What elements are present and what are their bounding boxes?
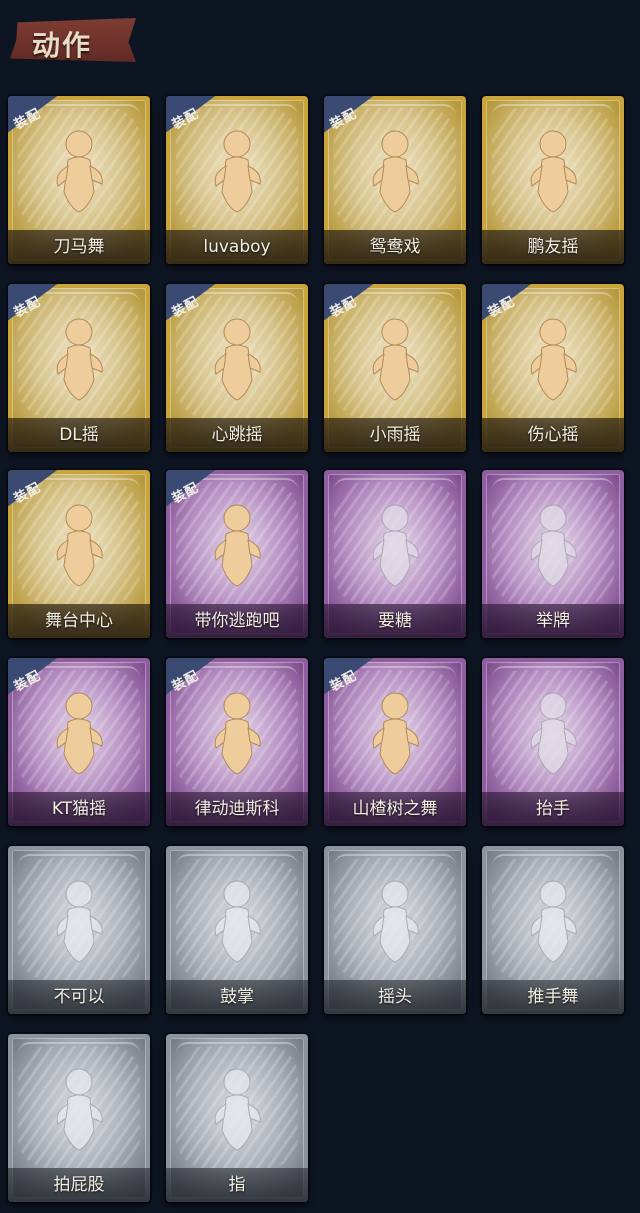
action-card[interactable]: 小雨摇 装配 <box>324 284 466 452</box>
action-name: 举牌 <box>536 611 570 631</box>
action-name: 山楂树之舞 <box>352 799 438 819</box>
sign-figure-icon <box>518 496 588 596</box>
dance-figure-icon <box>518 122 588 222</box>
finger-wag-icon <box>44 872 114 972</box>
ghost-figure-icon <box>44 1060 114 1160</box>
action-card[interactable]: 举牌 <box>482 470 624 638</box>
action-card[interactable]: DL摇 装配 <box>8 284 150 452</box>
action-card[interactable]: 拍屁股 <box>8 1034 150 1202</box>
action-card[interactable]: 推手舞 <box>482 846 624 1014</box>
dance-figure-icon <box>202 684 272 784</box>
action-name: 推手舞 <box>527 987 579 1007</box>
heart-hands-figure-icon <box>518 310 588 410</box>
ghost-figure-icon <box>360 496 430 596</box>
action-card[interactable]: 鸳鸯戏 装配 <box>324 96 466 264</box>
action-name: 鼓掌 <box>220 987 254 1007</box>
dance-figure-icon <box>360 310 430 410</box>
action-card[interactable]: 抬手 <box>482 658 624 826</box>
action-card[interactable]: 鹏友摇 <box>482 96 624 264</box>
action-card[interactable]: luvaboy 装配 <box>166 96 308 264</box>
action-name: 不可以 <box>53 987 105 1007</box>
action-card[interactable]: 不可以 <box>8 846 150 1014</box>
ghost-figure-icon <box>518 872 588 972</box>
action-name: 指 <box>228 1175 246 1195</box>
action-name: 鹏友摇 <box>527 237 579 257</box>
action-card[interactable]: 鼓掌 <box>166 846 308 1014</box>
action-grid: 刀马舞 装配 luvaboy 装配 鸳鸯戏 装配 鹏友摇 DL摇 装配 心跳摇 … <box>0 0 640 1213</box>
action-card[interactable]: 心跳摇 装配 <box>166 284 308 452</box>
action-card[interactable]: 摇头 <box>324 846 466 1014</box>
action-name: 抬手 <box>536 799 570 819</box>
action-card[interactable]: 山楂树之舞 装配 <box>324 658 466 826</box>
dance-figure-icon <box>360 122 430 222</box>
action-name: 小雨摇 <box>369 425 421 445</box>
clapping-hands-icon <box>202 872 272 972</box>
action-name: 伤心摇 <box>527 425 579 445</box>
ghost-figure-icon <box>360 872 430 972</box>
ghost-figure-icon <box>518 684 588 784</box>
pointing-hand-icon <box>202 1060 272 1160</box>
action-name: KT猫摇 <box>51 799 107 819</box>
action-card[interactable]: 带你逃跑吧 装配 <box>166 470 308 638</box>
action-name: 带你逃跑吧 <box>194 611 280 631</box>
action-name: 摇头 <box>378 987 412 1007</box>
dance-figure-icon <box>202 496 272 596</box>
dance-figure-icon <box>44 496 114 596</box>
action-card[interactable]: 舞台中心 装配 <box>8 470 150 638</box>
action-name: DL摇 <box>59 425 99 445</box>
dance-figure-icon <box>360 684 430 784</box>
action-card[interactable]: 伤心摇 装配 <box>482 284 624 452</box>
dance-figure-icon <box>44 122 114 222</box>
action-card[interactable]: 刀马舞 装配 <box>8 96 150 264</box>
action-name: 鸳鸯戏 <box>369 237 421 257</box>
action-name: 律动迪斯科 <box>194 799 280 819</box>
action-name: 要糖 <box>378 611 412 631</box>
action-card[interactable]: 律动迪斯科 装配 <box>166 658 308 826</box>
action-name: 刀马舞 <box>53 237 105 257</box>
action-card[interactable]: KT猫摇 装配 <box>8 658 150 826</box>
dance-figure-icon <box>44 684 114 784</box>
dance-figure-icon <box>202 310 272 410</box>
action-name: luvaboy <box>203 237 271 257</box>
dance-figure-icon <box>44 310 114 410</box>
action-name: 拍屁股 <box>53 1175 105 1195</box>
action-card[interactable]: 指 <box>166 1034 308 1202</box>
action-card[interactable]: 要糖 <box>324 470 466 638</box>
action-name: 舞台中心 <box>45 611 113 631</box>
dance-figure-icon <box>202 122 272 222</box>
action-name: 心跳摇 <box>211 425 263 445</box>
